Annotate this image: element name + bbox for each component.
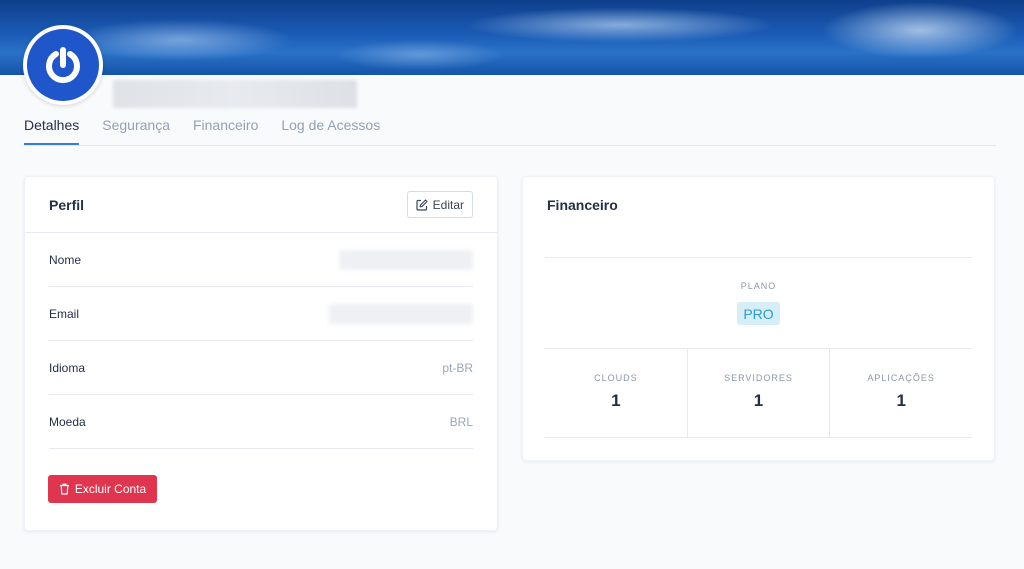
field-value: pt-BR: [442, 360, 473, 375]
field-row-idioma: Idioma pt-BR: [49, 341, 473, 395]
usage-stats: CLOUDS 1 SERVIDORES 1 APLICAÇÕES 1: [545, 348, 972, 438]
tab-seguranca[interactable]: Segurança: [102, 112, 170, 144]
delete-account-label: Excluir Conta: [74, 482, 147, 496]
financeiro-card: Financeiro PLANO PRO CLOUDS 1 SERVIDORES…: [522, 176, 995, 461]
stat-aplicacoes: APLICAÇÕES 1: [830, 349, 972, 437]
perfil-card: Perfil Editar Nome Email Idioma pt-BR Mo…: [24, 176, 498, 531]
stat-value: 1: [611, 391, 621, 410]
stat-label: CLOUDS: [594, 373, 638, 383]
perfil-title: Perfil: [49, 196, 85, 213]
stat-value: 1: [896, 391, 906, 410]
field-row-nome: Nome: [49, 233, 473, 287]
field-label: Moeda: [49, 414, 86, 429]
stat-clouds: CLOUDS 1: [545, 349, 688, 437]
stat-servidores: SERVIDORES 1: [688, 349, 831, 437]
avatar: [23, 25, 103, 105]
field-value: BRL: [449, 414, 473, 429]
financeiro-title: Financeiro: [547, 197, 618, 213]
edit-icon: [416, 198, 428, 211]
power-icon: [46, 47, 80, 84]
financeiro-card-header: Financeiro: [523, 177, 994, 233]
delete-account-button[interactable]: Excluir Conta: [48, 475, 157, 503]
field-row-moeda: Moeda BRL: [49, 395, 473, 449]
username-redacted: [113, 80, 357, 108]
trash-icon: [59, 483, 69, 495]
tab-detalhes[interactable]: Detalhes: [24, 112, 80, 145]
tab-financeiro[interactable]: Financeiro: [193, 112, 258, 144]
email-value-redacted: [329, 303, 473, 324]
tab-log-de-acessos[interactable]: Log de Acessos: [281, 112, 380, 144]
plan-badge: PRO: [737, 302, 780, 325]
divider: [545, 257, 972, 258]
profile-cover-banner: [0, 0, 1024, 75]
profile-tabs: Detalhes Segurança Financeiro Log de Ace…: [24, 112, 996, 146]
field-label: Nome: [49, 252, 82, 267]
plan-label: PLANO: [740, 281, 777, 291]
stat-label: SERVIDORES: [724, 373, 793, 383]
edit-button-label: Editar: [432, 197, 464, 212]
field-label: Email: [49, 306, 80, 321]
perfil-card-header: Perfil Editar: [25, 177, 497, 233]
stat-value: 1: [753, 391, 764, 410]
field-label: Idioma: [49, 360, 86, 375]
name-value-redacted: [339, 249, 473, 270]
stat-label: APLICAÇÕES: [867, 373, 935, 383]
field-row-email: Email: [49, 287, 473, 341]
edit-button[interactable]: Editar: [406, 191, 473, 218]
